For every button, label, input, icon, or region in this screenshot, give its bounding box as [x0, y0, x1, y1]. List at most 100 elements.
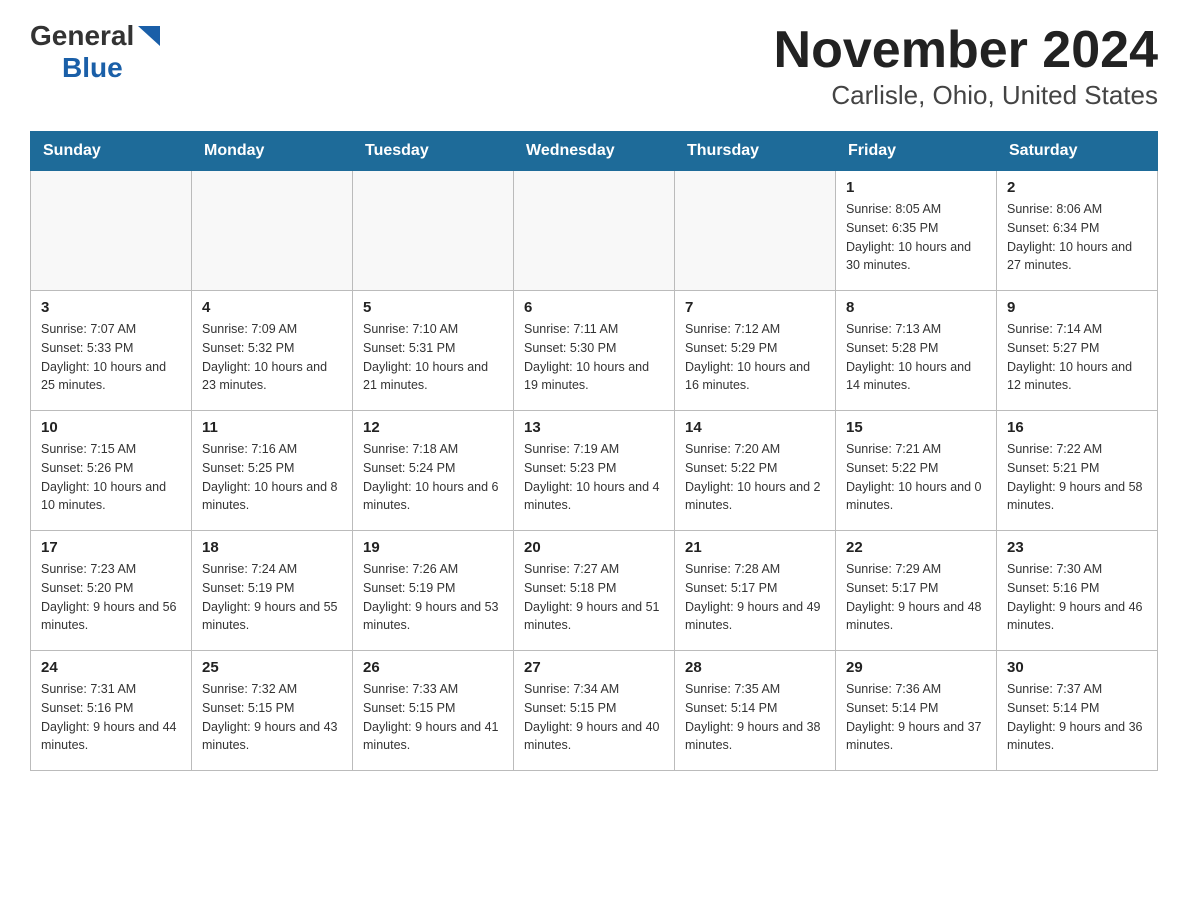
calendar-subtitle: Carlisle, Ohio, United States [774, 80, 1158, 111]
day-number: 6 [524, 299, 664, 316]
calendar-cell: 30 Sunrise: 7:37 AMSunset: 5:14 PMDayligh… [997, 651, 1158, 771]
day-info: Sunrise: 7:10 AMSunset: 5:31 PMDaylight:… [363, 320, 503, 395]
day-number: 18 [202, 539, 342, 556]
day-info: Sunrise: 7:37 AMSunset: 5:14 PMDaylight:… [1007, 680, 1147, 755]
day-info: Sunrise: 7:13 AMSunset: 5:28 PMDaylight:… [846, 320, 986, 395]
day-number: 13 [524, 419, 664, 436]
day-info: Sunrise: 7:36 AMSunset: 5:14 PMDaylight:… [846, 680, 986, 755]
calendar-cell [514, 171, 675, 291]
calendar-week-4: 17Sunrise: 7:23 AMSunset: 5:20 PMDayligh… [31, 531, 1158, 651]
day-info: Sunrise: 7:23 AMSunset: 5:20 PMDaylight:… [41, 560, 181, 635]
day-info: Sunrise: 7:16 AMSunset: 5:25 PMDaylight:… [202, 440, 342, 515]
day-number: 24 [41, 659, 181, 676]
day-info: Sunrise: 7:30 AMSunset: 5:16 PMDaylight:… [1007, 560, 1147, 635]
calendar-cell: 17Sunrise: 7:23 AMSunset: 5:20 PMDayligh… [31, 531, 192, 651]
calendar-cell: 22 Sunrise: 7:29 AMSunset: 5:17 PMDayligh… [836, 531, 997, 651]
calendar-cell: 23 Sunrise: 7:30 AMSunset: 5:16 PMDayligh… [997, 531, 1158, 651]
title-section: November 2024 Carlisle, Ohio, United Sta… [774, 20, 1158, 111]
day-info: Sunrise: 7:14 AMSunset: 5:27 PMDaylight:… [1007, 320, 1147, 395]
day-number: 26 [363, 659, 503, 676]
calendar-table: Sunday Monday Tuesday Wednesday Thursday… [30, 131, 1158, 771]
col-saturday: Saturday [997, 132, 1158, 171]
day-number: 4 [202, 299, 342, 316]
col-monday: Monday [192, 132, 353, 171]
calendar-cell: 15Sunrise: 7:21 AMSunset: 5:22 PMDayligh… [836, 411, 997, 531]
day-info: Sunrise: 7:20 AMSunset: 5:22 PMDaylight:… [685, 440, 825, 515]
day-number: 9 [1007, 299, 1147, 316]
day-info: Sunrise: 8:06 AMSunset: 6:34 PMDaylight:… [1007, 200, 1147, 275]
day-number: 22 [846, 539, 986, 556]
day-info: Sunrise: 7:21 AMSunset: 5:22 PMDaylight:… [846, 440, 986, 515]
calendar-cell: 2 Sunrise: 8:06 AMSunset: 6:34 PMDaylight… [997, 171, 1158, 291]
calendar-cell: 19 Sunrise: 7:26 AMSunset: 5:19 PMDayligh… [353, 531, 514, 651]
calendar-cell: 24 Sunrise: 7:31 AMSunset: 5:16 PMDayligh… [31, 651, 192, 771]
day-info: Sunrise: 7:18 AMSunset: 5:24 PMDaylight:… [363, 440, 503, 515]
day-number: 27 [524, 659, 664, 676]
day-info: Sunrise: 7:31 AMSunset: 5:16 PMDaylight:… [41, 680, 181, 755]
calendar-cell: 3 Sunrise: 7:07 AMSunset: 5:33 PMDaylight… [31, 291, 192, 411]
day-info: Sunrise: 7:19 AMSunset: 5:23 PMDaylight:… [524, 440, 664, 515]
day-info: Sunrise: 7:07 AMSunset: 5:33 PMDaylight:… [41, 320, 181, 395]
calendar-week-1: 1 Sunrise: 8:05 AMSunset: 6:35 PMDaylight… [31, 171, 1158, 291]
day-info: Sunrise: 7:15 AMSunset: 5:26 PMDaylight:… [41, 440, 181, 515]
day-info: Sunrise: 7:32 AMSunset: 5:15 PMDaylight:… [202, 680, 342, 755]
calendar-cell: 16Sunrise: 7:22 AMSunset: 5:21 PMDayligh… [997, 411, 1158, 531]
day-number: 7 [685, 299, 825, 316]
logo-triangle-icon [138, 26, 160, 51]
day-number: 30 [1007, 659, 1147, 676]
day-info: Sunrise: 7:12 AMSunset: 5:29 PMDaylight:… [685, 320, 825, 395]
calendar-cell: 14 Sunrise: 7:20 AMSunset: 5:22 PMDayligh… [675, 411, 836, 531]
day-info: Sunrise: 7:29 AMSunset: 5:17 PMDaylight:… [846, 560, 986, 635]
calendar-cell: 10 Sunrise: 7:15 AMSunset: 5:26 PMDayligh… [31, 411, 192, 531]
calendar-cell: 29 Sunrise: 7:36 AMSunset: 5:14 PMDayligh… [836, 651, 997, 771]
logo-general-text: General [30, 20, 134, 52]
calendar-week-2: 3 Sunrise: 7:07 AMSunset: 5:33 PMDaylight… [31, 291, 1158, 411]
day-number: 8 [846, 299, 986, 316]
day-number: 16 [1007, 419, 1147, 436]
calendar-cell: 9 Sunrise: 7:14 AMSunset: 5:27 PMDaylight… [997, 291, 1158, 411]
col-tuesday: Tuesday [353, 132, 514, 171]
calendar-cell: 5 Sunrise: 7:10 AMSunset: 5:31 PMDaylight… [353, 291, 514, 411]
day-number: 1 [846, 179, 986, 196]
day-number: 3 [41, 299, 181, 316]
day-number: 20 [524, 539, 664, 556]
day-info: Sunrise: 7:35 AMSunset: 5:14 PMDaylight:… [685, 680, 825, 755]
calendar-week-3: 10 Sunrise: 7:15 AMSunset: 5:26 PMDayligh… [31, 411, 1158, 531]
day-info: Sunrise: 7:27 AMSunset: 5:18 PMDaylight:… [524, 560, 664, 635]
day-number: 19 [363, 539, 503, 556]
calendar-cell: 8 Sunrise: 7:13 AMSunset: 5:28 PMDaylight… [836, 291, 997, 411]
calendar-cell: 6 Sunrise: 7:11 AMSunset: 5:30 PMDaylight… [514, 291, 675, 411]
day-info: Sunrise: 7:09 AMSunset: 5:32 PMDaylight:… [202, 320, 342, 395]
calendar-cell: 25Sunrise: 7:32 AMSunset: 5:15 PMDayligh… [192, 651, 353, 771]
day-number: 28 [685, 659, 825, 676]
calendar-cell [353, 171, 514, 291]
day-number: 29 [846, 659, 986, 676]
calendar-cell [675, 171, 836, 291]
day-number: 12 [363, 419, 503, 436]
calendar-cell: 27 Sunrise: 7:34 AMSunset: 5:15 PMDayligh… [514, 651, 675, 771]
calendar-title: November 2024 [774, 20, 1158, 80]
calendar-cell: 28 Sunrise: 7:35 AMSunset: 5:14 PMDayligh… [675, 651, 836, 771]
day-number: 21 [685, 539, 825, 556]
calendar-cell [192, 171, 353, 291]
calendar-cell: 20 Sunrise: 7:27 AMSunset: 5:18 PMDayligh… [514, 531, 675, 651]
day-info: Sunrise: 7:26 AMSunset: 5:19 PMDaylight:… [363, 560, 503, 635]
logo-blue-text: Blue [62, 52, 123, 83]
day-number: 14 [685, 419, 825, 436]
day-info: Sunrise: 7:28 AMSunset: 5:17 PMDaylight:… [685, 560, 825, 635]
calendar-cell: 11 Sunrise: 7:16 AMSunset: 5:25 PMDayligh… [192, 411, 353, 531]
day-info: Sunrise: 7:24 AMSunset: 5:19 PMDaylight:… [202, 560, 342, 635]
day-info: Sunrise: 8:05 AMSunset: 6:35 PMDaylight:… [846, 200, 986, 275]
day-number: 23 [1007, 539, 1147, 556]
calendar-cell: 21 Sunrise: 7:28 AMSunset: 5:17 PMDayligh… [675, 531, 836, 651]
day-number: 10 [41, 419, 181, 436]
day-number: 11 [202, 419, 342, 436]
day-info: Sunrise: 7:11 AMSunset: 5:30 PMDaylight:… [524, 320, 664, 395]
col-thursday: Thursday [675, 132, 836, 171]
col-friday: Friday [836, 132, 997, 171]
day-number: 2 [1007, 179, 1147, 196]
day-info: Sunrise: 7:34 AMSunset: 5:15 PMDaylight:… [524, 680, 664, 755]
day-number: 5 [363, 299, 503, 316]
calendar-cell: 13 Sunrise: 7:19 AMSunset: 5:23 PMDayligh… [514, 411, 675, 531]
calendar-cell: 26Sunrise: 7:33 AMSunset: 5:15 PMDayligh… [353, 651, 514, 771]
